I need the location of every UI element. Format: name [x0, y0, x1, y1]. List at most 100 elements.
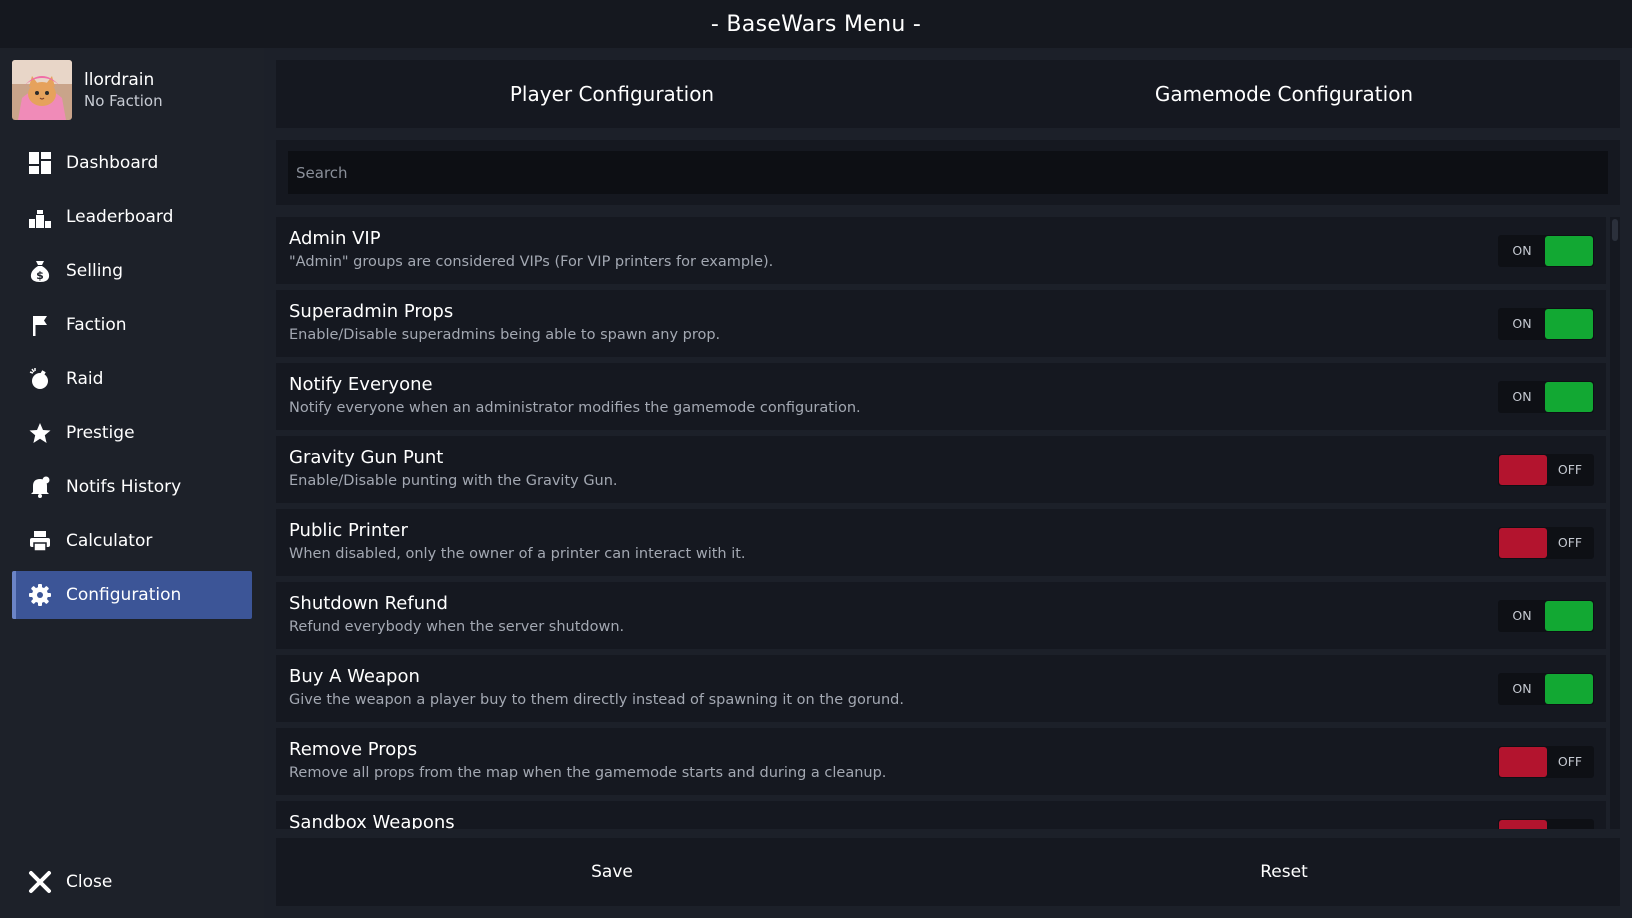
- scrollbar-thumb[interactable]: [1612, 219, 1618, 241]
- sidebar-item-label: Selling: [66, 261, 123, 281]
- sidebar-item-raid[interactable]: Raid: [12, 355, 252, 403]
- setting-toggle[interactable]: OFF: [1498, 527, 1594, 559]
- toggle-knob: [1545, 382, 1593, 412]
- save-button[interactable]: Save: [276, 838, 948, 906]
- toggle-knob: [1545, 601, 1593, 631]
- setting-description: Notify everyone when an administrator mo…: [289, 400, 861, 416]
- toggle-knob: [1499, 455, 1547, 485]
- toggle-knob: [1499, 747, 1547, 777]
- sidebar-item-label: Notifs History: [66, 477, 182, 497]
- search-input[interactable]: [288, 151, 1608, 194]
- toggle-state-label: ON: [1512, 243, 1532, 258]
- toggle-state-label: ON: [1512, 316, 1532, 331]
- setting-description: Enable/Disable punting with the Gravity …: [289, 473, 618, 489]
- settings-list: Admin VIP "Admin" groups are considered …: [276, 217, 1606, 829]
- profile-card: llordrain No Faction: [12, 60, 163, 120]
- setting-row: Superadmin Props Enable/Disable superadm…: [276, 290, 1606, 357]
- setting-row: Shutdown Refund Refund everybody when th…: [276, 582, 1606, 649]
- money-bag-icon: $: [28, 259, 52, 283]
- sidebar-item-faction[interactable]: Faction: [12, 301, 252, 349]
- setting-description: Refund everybody when the server shutdow…: [289, 619, 625, 635]
- action-bar: Save Reset: [276, 838, 1620, 906]
- setting-row: Remove Props Remove all props from the m…: [276, 728, 1606, 795]
- search-bar: [276, 140, 1620, 205]
- setting-description: When disabled, only the owner of a print…: [289, 546, 746, 562]
- sidebar-item-label: Raid: [66, 369, 104, 389]
- sidebar-item-label: Calculator: [66, 531, 153, 551]
- sidebar-item-label: Leaderboard: [66, 207, 174, 227]
- window-title: - BaseWars Menu -: [0, 0, 1632, 48]
- setting-description: Remove all props from the map when the g…: [289, 765, 887, 781]
- toggle-state-label: OFF: [1557, 754, 1583, 769]
- toggle-knob: [1545, 309, 1593, 339]
- sidebar-item-label: Prestige: [66, 423, 135, 443]
- setting-title: Sandbox Weapons: [289, 812, 455, 829]
- toggle-state-label: OFF: [1557, 535, 1583, 550]
- toggle-knob: [1499, 820, 1547, 829]
- close-button[interactable]: Close: [12, 858, 252, 906]
- sidebar-item-leaderboard[interactable]: Leaderboard: [12, 193, 252, 241]
- tab-gamemode-configuration[interactable]: Gamemode Configuration: [948, 60, 1620, 128]
- setting-row: Buy A Weapon Give the weapon a player bu…: [276, 655, 1606, 722]
- setting-description: Enable/Disable superadmins being able to…: [289, 327, 721, 343]
- setting-toggle[interactable]: ON: [1498, 673, 1594, 705]
- setting-row: Admin VIP "Admin" groups are considered …: [276, 217, 1606, 284]
- scrollbar-track[interactable]: [1610, 217, 1620, 829]
- close-icon: [28, 870, 52, 894]
- setting-title: Gravity Gun Punt: [289, 447, 444, 468]
- sidebar: llordrain No Faction Dashboard Leaderboa…: [0, 48, 264, 918]
- sidebar-item-label: Dashboard: [66, 153, 159, 173]
- toggle-knob: [1545, 236, 1593, 266]
- config-tabs: Player Configuration Gamemode Configurat…: [276, 60, 1620, 128]
- podium-icon: [28, 205, 52, 229]
- sidebar-item-prestige[interactable]: Prestige: [12, 409, 252, 457]
- setting-row: Sandbox Weapons OFF: [276, 801, 1606, 829]
- setting-title: Remove Props: [289, 739, 418, 760]
- tab-player-configuration[interactable]: Player Configuration: [276, 60, 948, 128]
- sidebar-item-label: Configuration: [66, 585, 182, 605]
- setting-row: Notify Everyone Notify everyone when an …: [276, 363, 1606, 430]
- setting-title: Shutdown Refund: [289, 593, 448, 614]
- printer-icon: [28, 529, 52, 553]
- bomb-icon: [28, 367, 52, 391]
- setting-toggle[interactable]: ON: [1498, 235, 1594, 267]
- setting-toggle[interactable]: ON: [1498, 308, 1594, 340]
- setting-toggle[interactable]: ON: [1498, 381, 1594, 413]
- close-label: Close: [66, 872, 113, 892]
- star-icon: [28, 421, 52, 445]
- toggle-knob: [1545, 674, 1593, 704]
- flag-icon: [28, 313, 52, 337]
- setting-title: Public Printer: [289, 520, 408, 541]
- reset-button[interactable]: Reset: [948, 838, 1620, 906]
- sidebar-item-dashboard[interactable]: Dashboard: [12, 139, 252, 187]
- sidebar-item-label: Faction: [66, 315, 127, 335]
- setting-title: Buy A Weapon: [289, 666, 420, 687]
- profile-name: llordrain: [84, 70, 155, 90]
- setting-toggle[interactable]: OFF: [1498, 746, 1594, 778]
- setting-toggle[interactable]: OFF: [1498, 819, 1594, 829]
- setting-title: Notify Everyone: [289, 374, 433, 395]
- dashboard-icon: [28, 151, 52, 175]
- sidebar-item-notifs-history[interactable]: Notifs History: [12, 463, 252, 511]
- toggle-state-label: ON: [1512, 681, 1532, 696]
- toggle-knob: [1499, 528, 1547, 558]
- setting-title: Superadmin Props: [289, 301, 454, 322]
- toggle-state-label: ON: [1512, 608, 1532, 623]
- sidebar-nav: Dashboard Leaderboard $ Selling Faction …: [12, 139, 252, 625]
- setting-description: "Admin" groups are considered VIPs (For …: [289, 254, 774, 270]
- setting-toggle[interactable]: ON: [1498, 600, 1594, 632]
- setting-toggle[interactable]: OFF: [1498, 454, 1594, 486]
- sidebar-item-calculator[interactable]: Calculator: [12, 517, 252, 565]
- sidebar-item-configuration[interactable]: Configuration: [12, 571, 252, 619]
- avatar: [12, 60, 72, 120]
- profile-faction: No Faction: [84, 92, 163, 110]
- toggle-state-label: OFF: [1546, 819, 1594, 829]
- setting-title: Admin VIP: [289, 228, 381, 249]
- toggle-state-label: ON: [1512, 389, 1532, 404]
- toggle-state-label: OFF: [1557, 462, 1583, 477]
- setting-row: Public Printer When disabled, only the o…: [276, 509, 1606, 576]
- bell-icon: [28, 475, 52, 499]
- setting-description: Give the weapon a player buy to them dir…: [289, 692, 904, 708]
- setting-row: Gravity Gun Punt Enable/Disable punting …: [276, 436, 1606, 503]
- sidebar-item-selling[interactable]: $ Selling: [12, 247, 252, 295]
